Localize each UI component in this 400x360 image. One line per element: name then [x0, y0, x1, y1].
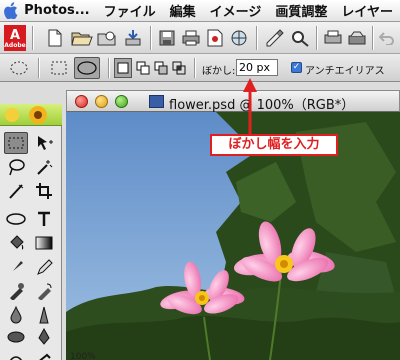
- blur-tool-icon[interactable]: [4, 304, 28, 326]
- undo-icon[interactable]: [376, 27, 398, 49]
- toolbar-separator: [150, 26, 151, 50]
- document-icon: [149, 95, 164, 108]
- document-title: flower.psd @ 100%（RGB*）: [169, 98, 355, 113]
- subtract-selection-icon[interactable]: [152, 58, 170, 78]
- paint-bucket-icon[interactable]: [4, 232, 28, 254]
- adobe-logo-text: Adobe: [4, 42, 26, 49]
- new-document-icon[interactable]: [44, 27, 66, 49]
- web-icon[interactable]: [228, 27, 250, 49]
- menu-layer[interactable]: レイヤー: [334, 1, 400, 20]
- feather-label: ぼかし:: [202, 66, 236, 77]
- intersect-selection-icon[interactable]: [170, 58, 188, 78]
- close-button[interactable]: [75, 95, 88, 108]
- options-bar: ぼかし: 20 px ✓ アンチエイリアス: [0, 54, 400, 82]
- menu-adjust[interactable]: 画質調整: [268, 1, 334, 20]
- import-icon[interactable]: [122, 27, 144, 49]
- adobe-logo-letter: A: [9, 28, 21, 43]
- history-brush-icon[interactable]: [32, 280, 56, 302]
- elliptical-marquee-preset-icon[interactable]: [8, 58, 30, 78]
- ellipse-selection-tool-icon[interactable]: [4, 208, 28, 230]
- sunflower-icon: [5, 106, 47, 124]
- menu-image[interactable]: イメージ: [203, 1, 269, 20]
- annotation-callout: ぼかし幅を入力: [210, 134, 338, 156]
- main-toolbar: A Adobe: [0, 22, 400, 54]
- save-icon[interactable]: [156, 27, 178, 49]
- brush-tool-icon[interactable]: [4, 256, 28, 278]
- browse-icon[interactable]: [96, 27, 118, 49]
- path-tool-icon[interactable]: [4, 348, 28, 360]
- menu-bar: Photos... ファイル 編集 イメージ 画質調整 レイヤー: [0, 0, 400, 22]
- toolbar-separator: [108, 58, 109, 78]
- annotation-arrow-icon: [243, 78, 257, 134]
- antialias-checkbox[interactable]: ✓: [291, 62, 302, 73]
- lasso-marquee-tool-icon[interactable]: [4, 132, 28, 154]
- minimize-button[interactable]: [95, 95, 108, 108]
- tools-palette-header: [0, 104, 62, 126]
- gradient-tool-icon[interactable]: [32, 232, 56, 254]
- sponge-tool-icon[interactable]: [4, 326, 28, 348]
- rect-marquee-icon[interactable]: [48, 58, 70, 78]
- pencil-tool-icon[interactable]: [32, 256, 56, 278]
- add-selection-icon[interactable]: [134, 58, 152, 78]
- toolbar-separator: [38, 58, 39, 78]
- adobe-logo: A Adobe: [4, 25, 26, 51]
- menu-file[interactable]: ファイル: [97, 1, 163, 20]
- slice-tool-icon[interactable]: [4, 180, 28, 202]
- eraser-search-icon[interactable]: [288, 27, 312, 49]
- toolbar-separator: [372, 26, 373, 50]
- print-preview-icon[interactable]: [322, 27, 344, 49]
- toolbar-separator: [256, 26, 257, 50]
- magic-wand-icon[interactable]: [32, 156, 56, 178]
- open-folder-icon[interactable]: [70, 27, 94, 49]
- document-window: flower.psd @ 100%（RGB*）: [66, 90, 400, 360]
- toolbar-separator: [32, 26, 33, 50]
- eyedropper-icon[interactable]: [32, 348, 56, 360]
- zoom-readout: 100%: [70, 352, 96, 360]
- antialias-label: アンチエイリアス: [305, 66, 385, 77]
- new-selection-icon[interactable]: [114, 58, 132, 78]
- menu-app-name[interactable]: Photos...: [20, 3, 96, 18]
- tools-palette: [0, 104, 62, 360]
- brush-stamp-icon[interactable]: [262, 27, 286, 49]
- lasso-tool-icon[interactable]: [4, 156, 28, 178]
- toolbar-separator: [194, 58, 195, 78]
- toolbar-separator: [316, 26, 317, 50]
- move-tool-icon[interactable]: [32, 132, 56, 154]
- menu-edit[interactable]: 編集: [163, 1, 203, 20]
- document-titlebar[interactable]: flower.psd @ 100%（RGB*）: [66, 90, 400, 113]
- zoom-button[interactable]: [115, 95, 128, 108]
- pdf-icon[interactable]: [204, 27, 226, 49]
- scanner-icon[interactable]: [346, 27, 368, 49]
- apple-menu-icon[interactable]: [0, 0, 20, 22]
- feather-input[interactable]: 20 px: [236, 59, 278, 76]
- print-icon[interactable]: [180, 27, 202, 49]
- crop-tool-icon[interactable]: [32, 180, 56, 202]
- ellipse-marquee-icon[interactable]: [74, 57, 100, 79]
- sharpen-tool-icon[interactable]: [32, 304, 56, 326]
- type-tool-icon[interactable]: [32, 208, 56, 230]
- pen-tool-icon[interactable]: [32, 326, 56, 348]
- clone-stamp-icon[interactable]: [4, 280, 28, 302]
